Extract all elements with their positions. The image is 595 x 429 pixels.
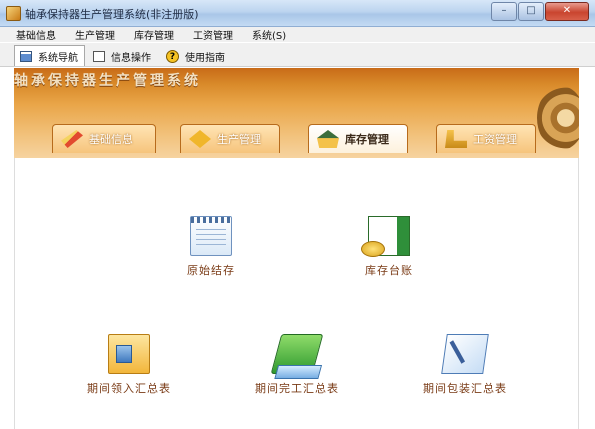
module-period-packaging-summary[interactable]: 期间包装汇总表 [405, 334, 525, 396]
navigation-icon [20, 50, 32, 62]
module-period-completion-summary[interactable]: 期间完工汇总表 [237, 334, 357, 396]
calendar-icon [190, 216, 232, 256]
banner-title: 轴承保持器生产管理系统 [14, 73, 201, 89]
house-icon [317, 130, 339, 148]
ledger-coins-icon [361, 216, 410, 257]
window-controls: – □ ✕ [490, 2, 589, 21]
nav-tab-basic-info[interactable]: 基础信息 [52, 124, 156, 153]
module-panel: 原始结存 库存台账 期间领入汇总表 期间完工汇总表 期间包装汇总表 [14, 158, 579, 429]
tab-label: 使用指南 [185, 52, 225, 64]
module-inventory-ledger[interactable]: 库存台账 [329, 216, 449, 278]
nav-tab-label: 工资管理 [473, 133, 517, 146]
module-label: 库存台账 [365, 264, 413, 277]
help-icon: ? [166, 49, 179, 63]
gear-icon [537, 86, 579, 150]
module-opening-balance[interactable]: 原始结存 [151, 216, 271, 278]
menu-wages[interactable]: 工资管理 [180, 27, 239, 42]
menu-system[interactable]: 系统(S) [239, 27, 292, 42]
nav-tab-inventory[interactable]: 库存管理 [308, 124, 408, 153]
module-label: 期间完工汇总表 [255, 382, 339, 395]
close-button[interactable]: ✕ [545, 2, 589, 21]
tab-system-navigation[interactable]: 系统导航 [14, 45, 85, 66]
inbound-document-icon [108, 334, 150, 374]
minimize-button[interactable]: – [491, 2, 517, 21]
info-icon [93, 50, 105, 62]
app-icon [6, 6, 21, 21]
menu-inventory[interactable]: 库存管理 [121, 27, 180, 42]
tab-label: 信息操作 [111, 52, 151, 64]
production-icon [189, 130, 211, 148]
module-label: 期间包装汇总表 [423, 382, 507, 395]
tab-info-operations[interactable]: 信息操作 [87, 45, 158, 66]
tab-user-guide[interactable]: ? 使用指南 [160, 45, 232, 66]
nav-tab-label: 生产管理 [217, 133, 261, 146]
folder-icon [270, 334, 324, 374]
close-icon: ✕ [562, 5, 572, 16]
header-banner: 轴承保持器生产管理系统 基础信息 生产管理 库存管理 工资管理 [14, 68, 579, 158]
title-bar: 轴承保持器生产管理系统(非注册版) – □ ✕ [0, 0, 595, 27]
nav-tab-production[interactable]: 生产管理 [180, 124, 280, 153]
window-title: 轴承保持器生产管理系统(非注册版) [25, 8, 199, 21]
toolbar: 系统导航 信息操作 ? 使用指南 [0, 43, 595, 67]
nav-tab-label: 基础信息 [89, 133, 133, 146]
menu-bar: 基础信息 生产管理 库存管理 工资管理 系统(S) [0, 27, 595, 42]
nav-tab-label: 库存管理 [345, 133, 389, 146]
tab-label: 系统导航 [38, 52, 78, 64]
module-label: 期间领入汇总表 [87, 382, 171, 395]
module-period-inbound-summary[interactable]: 期间领入汇总表 [69, 334, 189, 396]
maximize-button[interactable]: □ [518, 2, 544, 21]
packaging-icon [441, 334, 489, 374]
module-label: 原始结存 [187, 264, 235, 277]
maximize-icon: □ [526, 5, 536, 16]
wage-icon [445, 130, 467, 148]
menu-production[interactable]: 生产管理 [62, 27, 121, 42]
nav-tab-wages[interactable]: 工资管理 [436, 124, 536, 153]
pencil-icon [61, 130, 83, 148]
minimize-icon: – [501, 5, 507, 16]
menu-basic-info[interactable]: 基础信息 [0, 27, 62, 42]
